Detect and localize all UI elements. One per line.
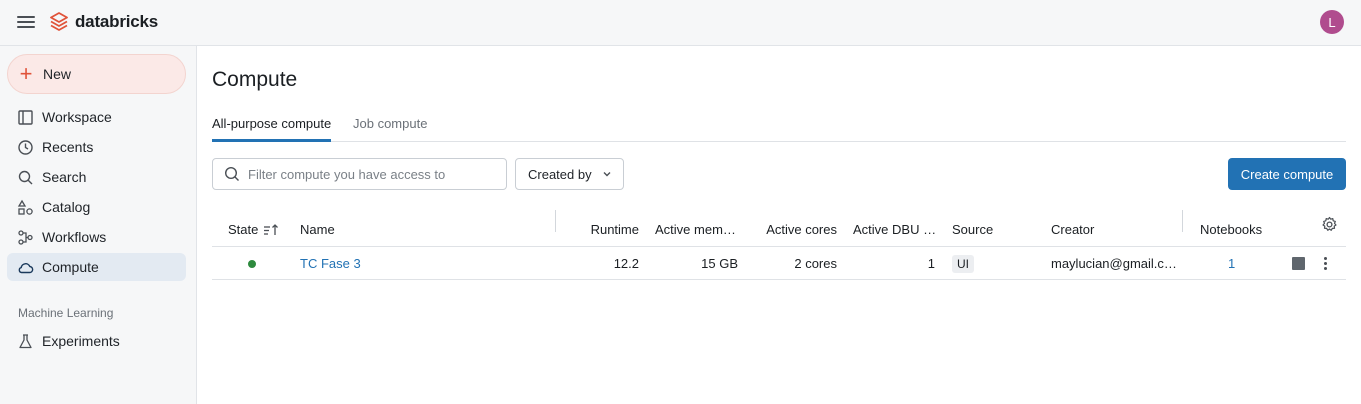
column-header-source[interactable]: Source (952, 212, 1032, 247)
top-bar: databricks L (0, 0, 1361, 46)
active-cores-cell: 2 cores (794, 256, 837, 271)
row-actions[interactable] (1318, 247, 1338, 280)
stop-icon[interactable] (1292, 257, 1305, 270)
search-icon (18, 170, 33, 184)
sidebar-item-compute[interactable]: Compute (7, 253, 186, 281)
created-by-label: Created by (528, 166, 592, 182)
name-cell[interactable]: TC Fase 3 (300, 247, 500, 280)
flask-icon (19, 333, 32, 348)
table-row[interactable]: TC Fase 3 12.2 15 GB 2 cores 1 UI mayluc… (212, 247, 1346, 280)
column-header-active-cores[interactable]: Active cores (752, 212, 837, 247)
table-header: State Name Runtime Active mem… Active co… (212, 210, 1346, 247)
sidebar-item-label: Catalog (42, 199, 91, 215)
new-button[interactable]: + New (7, 54, 186, 94)
sidebar-item-workflows[interactable]: Workflows (7, 223, 186, 251)
sidebar-item-label: Experiments (42, 333, 120, 349)
column-header-notebooks[interactable]: Notebooks (1200, 212, 1280, 247)
runtime-cell: 12.2 (613, 256, 639, 271)
column-header-active-dbu[interactable]: Active DBU … (853, 212, 943, 247)
stop-action[interactable] (1292, 247, 1306, 280)
tab-all-purpose-compute[interactable]: All-purpose compute (212, 116, 332, 142)
sidebar-item-label: Search (42, 169, 87, 185)
section-label-machine-learning: Machine Learning (18, 306, 114, 320)
filter-search-box (212, 158, 507, 190)
column-header-active-memory[interactable]: Active mem… (655, 212, 745, 247)
sidebar-item-label: Workflows (42, 229, 107, 245)
compute-tabs: All-purpose compute Job compute (212, 116, 1346, 142)
clock-icon (18, 139, 33, 155)
menu-icon[interactable] (17, 14, 35, 30)
sort-ascending-icon[interactable] (263, 223, 279, 237)
column-header-creator[interactable]: Creator (1051, 212, 1171, 247)
brand-name: databricks (75, 12, 159, 31)
sidebar-item-label: Recents (42, 139, 94, 155)
sidebar-item-workspace[interactable]: Workspace (7, 103, 186, 131)
source-badge: UI (952, 254, 974, 273)
column-header-name[interactable]: Name (300, 212, 500, 247)
workspace-icon (18, 109, 33, 125)
sidebar-item-recents[interactable]: Recents (7, 133, 186, 161)
gear-icon[interactable] (1321, 216, 1338, 233)
databricks-logo-icon (50, 12, 68, 31)
databricks-logo[interactable]: databricks (50, 11, 158, 33)
source-cell: UI (952, 247, 1032, 280)
column-header-state[interactable]: State (228, 212, 288, 247)
new-button-label: New (43, 66, 72, 82)
compute-name-link[interactable]: TC Fase 3 (300, 256, 361, 271)
notebooks-cell[interactable]: 1 (1228, 247, 1240, 280)
search-icon (224, 166, 239, 181)
sidebar-item-experiments[interactable]: Experiments (7, 327, 186, 355)
active-dbu-cell: 1 (927, 256, 935, 271)
sidebar-item-search[interactable]: Search (7, 163, 186, 191)
sidebar-item-catalog[interactable]: Catalog (7, 193, 186, 221)
filter-compute-input[interactable] (248, 166, 488, 182)
column-divider[interactable] (1182, 210, 1183, 232)
creator-cell: maylucian@gmail.c… (1051, 256, 1177, 271)
sidebar-item-label: Workspace (42, 109, 112, 125)
cloud-icon (18, 262, 34, 273)
user-avatar[interactable]: L (1320, 10, 1344, 34)
sidebar: + New Workspace Recents Search Catalog W… (0, 46, 197, 404)
create-compute-button[interactable]: Create compute (1228, 158, 1346, 190)
notebooks-count-link[interactable]: 1 (1228, 256, 1235, 271)
column-header-runtime[interactable]: Runtime (556, 212, 639, 247)
column-settings[interactable] (1321, 207, 1339, 242)
state-cell (248, 247, 258, 280)
page-title: Compute (212, 68, 298, 91)
created-by-dropdown[interactable]: Created by (515, 158, 624, 190)
running-status-icon (248, 259, 256, 268)
plus-icon: + (19, 61, 33, 86)
workflows-icon (18, 229, 33, 245)
sidebar-item-label: Compute (42, 259, 99, 275)
active-memory-cell: 15 GB (701, 256, 738, 271)
catalog-icon (17, 199, 33, 215)
chevron-down-icon (603, 172, 611, 177)
tab-job-compute[interactable]: Job compute (353, 116, 427, 142)
kebab-menu-icon[interactable] (1318, 255, 1333, 272)
